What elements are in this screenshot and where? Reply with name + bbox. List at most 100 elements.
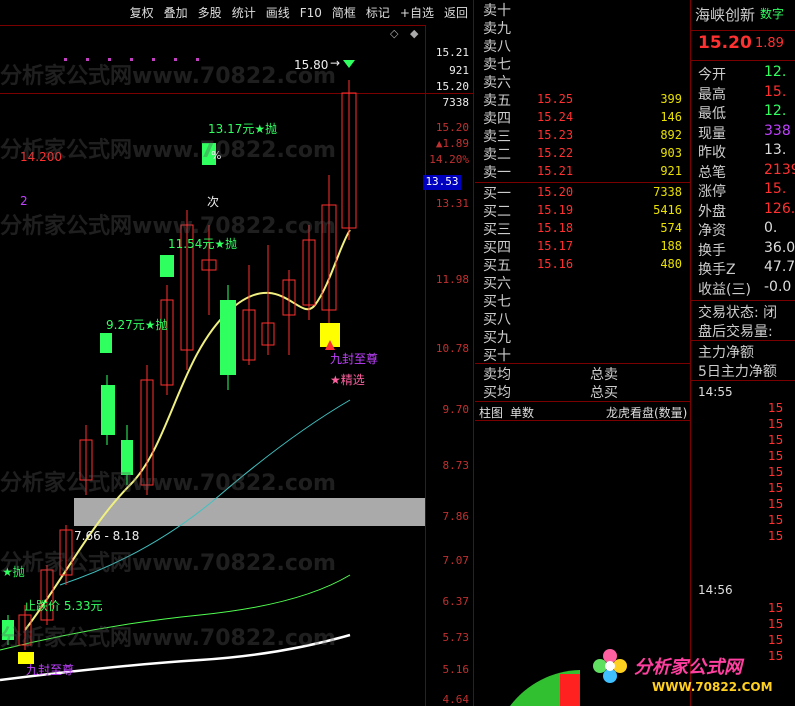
orderbook-row[interactable]: 买十 <box>475 345 690 364</box>
orderbook-row[interactable]: 卖四 15.24 146 <box>475 108 690 127</box>
axis-label: 8.73 <box>442 459 470 472</box>
axis-label: 15.20 <box>435 121 469 134</box>
orderbook-row[interactable]: 买五 15.16 480 <box>475 255 690 274</box>
orderbook-row[interactable]: 买九 <box>475 327 690 346</box>
axis-label: 15.21 <box>435 46 469 59</box>
orderbook-level-label: 买三 <box>483 222 511 238</box>
info-row: 现量 338 <box>698 123 795 142</box>
info-label: 最高 <box>698 86 726 103</box>
peak-arrow: → <box>330 56 341 70</box>
axis-label: 15.20 <box>435 80 469 93</box>
tab-bar-chart[interactable]: 柱图 <box>479 404 503 421</box>
signal-box <box>160 255 174 277</box>
toolbar-button-simple[interactable]: 简框 <box>327 4 361 21</box>
axis-label: ▲1.89 <box>435 137 469 150</box>
candles <box>2 80 357 650</box>
tick-price: 15 <box>768 649 784 663</box>
info-value: 13. <box>764 142 787 158</box>
trade-status: 交易状态: 闭 <box>698 305 778 321</box>
info-label: 涨停 <box>698 184 726 200</box>
tick-price: 15 <box>768 481 784 495</box>
tick-price: 15 <box>768 417 784 431</box>
orderbook-row[interactable]: 买一 15.20 7338 <box>475 183 690 202</box>
orderbook-price: 15.21 <box>537 164 574 178</box>
axis-label: 7.86 <box>442 510 470 523</box>
tick-price: 15 <box>768 401 784 415</box>
orderbook-row[interactable]: 买二 15.19 5416 <box>475 201 690 220</box>
orderbook-row[interactable]: 卖六 <box>475 72 690 91</box>
tick-price: 15 <box>768 513 784 527</box>
info-row: 换手Z 47.77 <box>698 259 795 278</box>
toolbar-button-overlay[interactable]: 叠加 <box>159 4 193 21</box>
sell-signal-label: 11.54元★抛 <box>168 237 238 251</box>
info-value: 0. <box>764 220 778 236</box>
orderbook-row[interactable]: 卖九 <box>475 18 690 37</box>
toolbar-button-stats[interactable]: 统计 <box>227 4 261 21</box>
down-arrow-icon <box>343 60 355 68</box>
tick-price: 15 <box>768 465 784 479</box>
toolbar-button-fuquan[interactable]: 复权 <box>125 4 159 21</box>
orderbook-row[interactable]: 卖一 15.21 921 <box>475 162 690 181</box>
tick-price: 15 <box>768 497 784 511</box>
orderbook-row[interactable]: 买七 <box>475 291 690 310</box>
toolbar-button-f10[interactable]: F10 <box>295 6 327 20</box>
orderbook-row[interactable]: 卖三 15.23 892 <box>475 126 690 145</box>
toolbar-button-mark[interactable]: 标记 <box>361 4 395 21</box>
axis-label: 11.98 <box>435 273 469 286</box>
tab-order-count[interactable]: 单数 <box>510 404 534 421</box>
info-row: 净资 0. <box>698 220 795 239</box>
orderbook-row[interactable]: 买四 15.17 188 <box>475 237 690 256</box>
price-range-band <box>74 498 425 526</box>
total-sell-label: 总卖 <box>590 367 618 383</box>
window-icon[interactable]: ◆ <box>410 27 419 40</box>
orderbook-row[interactable]: 卖二 15.22 903 <box>475 144 690 163</box>
toolbar-button-add-favorite[interactable]: +自选 <box>395 4 439 21</box>
pattern-label: 九封至尊 <box>330 352 379 366</box>
logo-url: WWW.70822.COM <box>652 680 773 694</box>
book-divider <box>475 420 690 421</box>
orderbook-row[interactable]: 买八 <box>475 309 690 328</box>
panel-divider <box>473 0 474 706</box>
info-label: 换手 <box>698 242 726 259</box>
toolbar-button-draw[interactable]: 画线 <box>261 4 295 21</box>
candle <box>220 300 236 375</box>
times-label: 次 <box>207 195 220 209</box>
orderbook-price: 15.16 <box>537 257 574 271</box>
total-buy-label: 总买 <box>590 385 618 401</box>
info-value: 12. <box>764 64 787 80</box>
orderbook-row[interactable]: 卖十 <box>475 0 690 19</box>
axis-label: 9.70 <box>442 403 470 416</box>
orderbook-row[interactable]: 卖七 <box>475 54 690 73</box>
orderbook-row[interactable]: 卖八 <box>475 36 690 55</box>
percent-label: % <box>211 149 222 162</box>
orderbook-volume: 574 <box>660 221 682 235</box>
count-label: 2 <box>20 194 28 208</box>
orderbook-price: 15.18 <box>537 221 574 235</box>
bid-book: 买一 15.20 7338 买二 15.19 5416 买三 15.18 574 买四 15.17 1… <box>475 183 690 364</box>
after-hours-volume: 盘后交易量: <box>698 324 773 340</box>
signal-box <box>100 333 112 353</box>
orderbook-row[interactable]: 买三 15.18 574 <box>475 219 690 238</box>
book-divider <box>475 401 690 402</box>
candle <box>2 620 14 640</box>
diamond-icon[interactable]: ◇ <box>390 27 399 40</box>
orderbook-level-label: 卖二 <box>483 147 511 163</box>
orderbook-level-label: 买七 <box>483 294 511 310</box>
toolbar-button-back[interactable]: 返回 <box>439 4 473 21</box>
orderbook-price: 15.23 <box>537 128 574 142</box>
info-value: 36.02 <box>764 239 795 256</box>
info-value: 126.6 <box>764 200 795 217</box>
info-row: 最低 12. <box>698 103 795 122</box>
toolbar-button-multistock[interactable]: 多股 <box>193 4 227 21</box>
orderbook-row[interactable]: 买六 <box>475 273 690 292</box>
orderbook-volume: 188 <box>660 239 682 253</box>
info-divider <box>691 60 795 61</box>
dot-markers <box>64 58 199 61</box>
orderbook-row[interactable]: 卖五 15.25 399 <box>475 90 690 109</box>
dragon-tiger-tab[interactable]: 龙虎看盘(数量) <box>606 404 687 421</box>
info-value: -0.0 <box>764 278 792 295</box>
orderbook-level-label: 卖十 <box>483 3 511 19</box>
candle <box>101 385 115 435</box>
orderbook-price: 15.17 <box>537 239 574 253</box>
orderbook-volume: 903 <box>660 146 682 160</box>
